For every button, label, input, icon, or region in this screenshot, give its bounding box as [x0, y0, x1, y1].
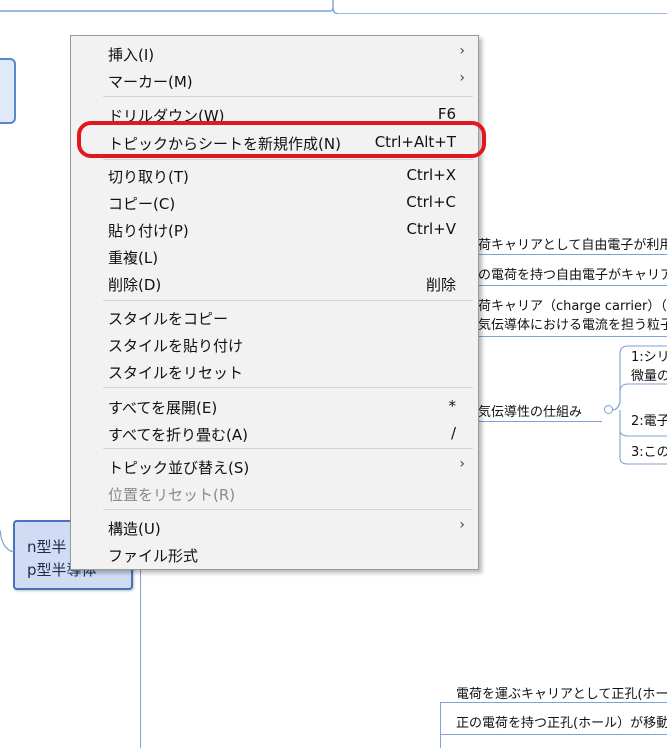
- menu-item-shortcut: 削除: [425, 276, 456, 294]
- menu-item-label: 貼り付け(P): [108, 222, 189, 240]
- menu-item-delete[interactable]: 削除(D) 削除: [71, 270, 478, 296]
- menu-separator: [103, 300, 473, 301]
- menu-item-label: スタイルをリセット: [108, 364, 244, 382]
- topic-label[interactable]: 正の電荷を持つ正孔(ホール）が移動: [456, 712, 667, 731]
- menu-item-duplicate[interactable]: 重複(L): [71, 243, 478, 269]
- menu-item-paste-style[interactable]: スタイルを貼り付け: [71, 331, 478, 357]
- menu-item-cut[interactable]: 切り取り(T) Ctrl+X: [71, 162, 478, 188]
- menu-item-label: スタイルをコピー: [108, 310, 229, 328]
- menu-item-label: すべてを展開(E): [108, 399, 218, 417]
- menu-item-label: トピック並び替え(S): [108, 459, 250, 477]
- topic-label[interactable]: 3:この: [631, 441, 667, 460]
- menu-separator: [103, 448, 473, 449]
- menu-item-reset-style[interactable]: スタイルをリセット: [71, 358, 478, 384]
- connector-curve: [0, 530, 15, 553]
- menu-item-label: コピー(C): [108, 195, 176, 213]
- menu-item-sort-topics[interactable]: トピック並び替え(S) ›: [71, 453, 478, 479]
- chevron-right-icon: ›: [459, 517, 465, 533]
- topic-underline: [478, 421, 602, 422]
- menu-separator: [103, 509, 473, 510]
- topic-underline: [478, 254, 667, 255]
- topic-label[interactable]: 微量の: [631, 365, 667, 384]
- menu-item-shortcut: Ctrl+C: [406, 193, 456, 211]
- topic-label[interactable]: の電荷を持つ自由電子がキャリア: [478, 264, 667, 283]
- menu-separator: [103, 159, 473, 160]
- menu-item-paste[interactable]: 貼り付け(P) Ctrl+V: [71, 216, 478, 242]
- menu-item-new-sheet-from-topic[interactable]: トピックからシートを新規作成(N) Ctrl+Alt+T: [71, 129, 478, 155]
- chevron-right-icon: ›: [459, 43, 465, 59]
- top-connector: [0, 0, 667, 14]
- menu-item-label: マーカー(M): [108, 73, 193, 91]
- topic-text: n型半: [27, 538, 67, 556]
- menu-item-label: 切り取り(T): [108, 168, 189, 186]
- menu-item-label: すべてを折り畳む(A): [108, 426, 249, 444]
- menu-item-copy-style[interactable]: スタイルをコピー: [71, 304, 478, 330]
- topic-underline: [440, 734, 667, 735]
- topic-label[interactable]: 電荷を運ぶキャリアとして正孔(ホール: [456, 683, 667, 702]
- topic-label[interactable]: 荷キャリア（charge carrier）（電荷: [478, 295, 667, 314]
- context-menu: 挿入(I) › マーカー(M) › ドリルダウン(W) F6 トピックからシート…: [70, 35, 479, 570]
- connector-line: [440, 702, 441, 748]
- partial-topic-node[interactable]: [0, 58, 16, 124]
- menu-item-label: 挿入(I): [108, 46, 155, 64]
- menu-item-label: 削除(D): [108, 276, 162, 294]
- topic-label[interactable]: 荷キャリアとして自由電子が利用: [478, 234, 667, 253]
- menu-item-shortcut: *: [448, 397, 457, 415]
- topic-underline: [440, 702, 667, 703]
- menu-item-expand-all[interactable]: すべてを展開(E) *: [71, 393, 478, 419]
- menu-item-insert[interactable]: 挿入(I) ›: [71, 40, 478, 66]
- menu-item-label: スタイルを貼り付け: [108, 337, 244, 355]
- menu-item-shortcut: Ctrl+V: [406, 220, 456, 238]
- menu-item-file-format[interactable]: ファイル形式: [71, 541, 478, 567]
- topic-underline: [478, 285, 667, 286]
- topic-label[interactable]: 1:シリ: [631, 346, 667, 365]
- menu-item-marker[interactable]: マーカー(M) ›: [71, 67, 478, 93]
- menu-item-drilldown[interactable]: ドリルダウン(W) F6: [71, 101, 478, 127]
- menu-item-label: 位置をリセット(R): [108, 486, 236, 504]
- menu-item-structure[interactable]: 構造(U) ›: [71, 514, 478, 540]
- menu-item-reset-position: 位置をリセット(R): [71, 480, 478, 506]
- menu-item-label: ドリルダウン(W): [108, 107, 225, 125]
- menu-item-label: 構造(U): [108, 520, 161, 538]
- connector-line: [140, 568, 141, 748]
- menu-item-shortcut: Ctrl+Alt+T: [374, 133, 456, 151]
- menu-item-collapse-all[interactable]: すべてを折り畳む(A) /: [71, 420, 478, 446]
- menu-separator: [103, 387, 473, 388]
- menu-separator: [103, 96, 473, 97]
- topic-label[interactable]: 気伝導性の仕組み: [478, 401, 618, 420]
- topic-underline: [478, 336, 667, 337]
- menu-item-label: ファイル形式: [108, 547, 199, 565]
- menu-item-label: 重複(L): [108, 249, 159, 267]
- menu-item-shortcut: /: [450, 424, 456, 442]
- topic-label[interactable]: 2:電子: [631, 410, 667, 429]
- menu-item-label: トピックからシートを新規作成(N): [108, 135, 341, 153]
- chevron-right-icon: ›: [459, 456, 465, 472]
- menu-item-shortcut: F6: [437, 105, 456, 123]
- topic-label[interactable]: 気伝導体における電流を担う粒子: [478, 314, 667, 333]
- menu-item-copy[interactable]: コピー(C) Ctrl+C: [71, 189, 478, 215]
- menu-item-shortcut: Ctrl+X: [406, 166, 456, 184]
- chevron-right-icon: ›: [459, 70, 465, 86]
